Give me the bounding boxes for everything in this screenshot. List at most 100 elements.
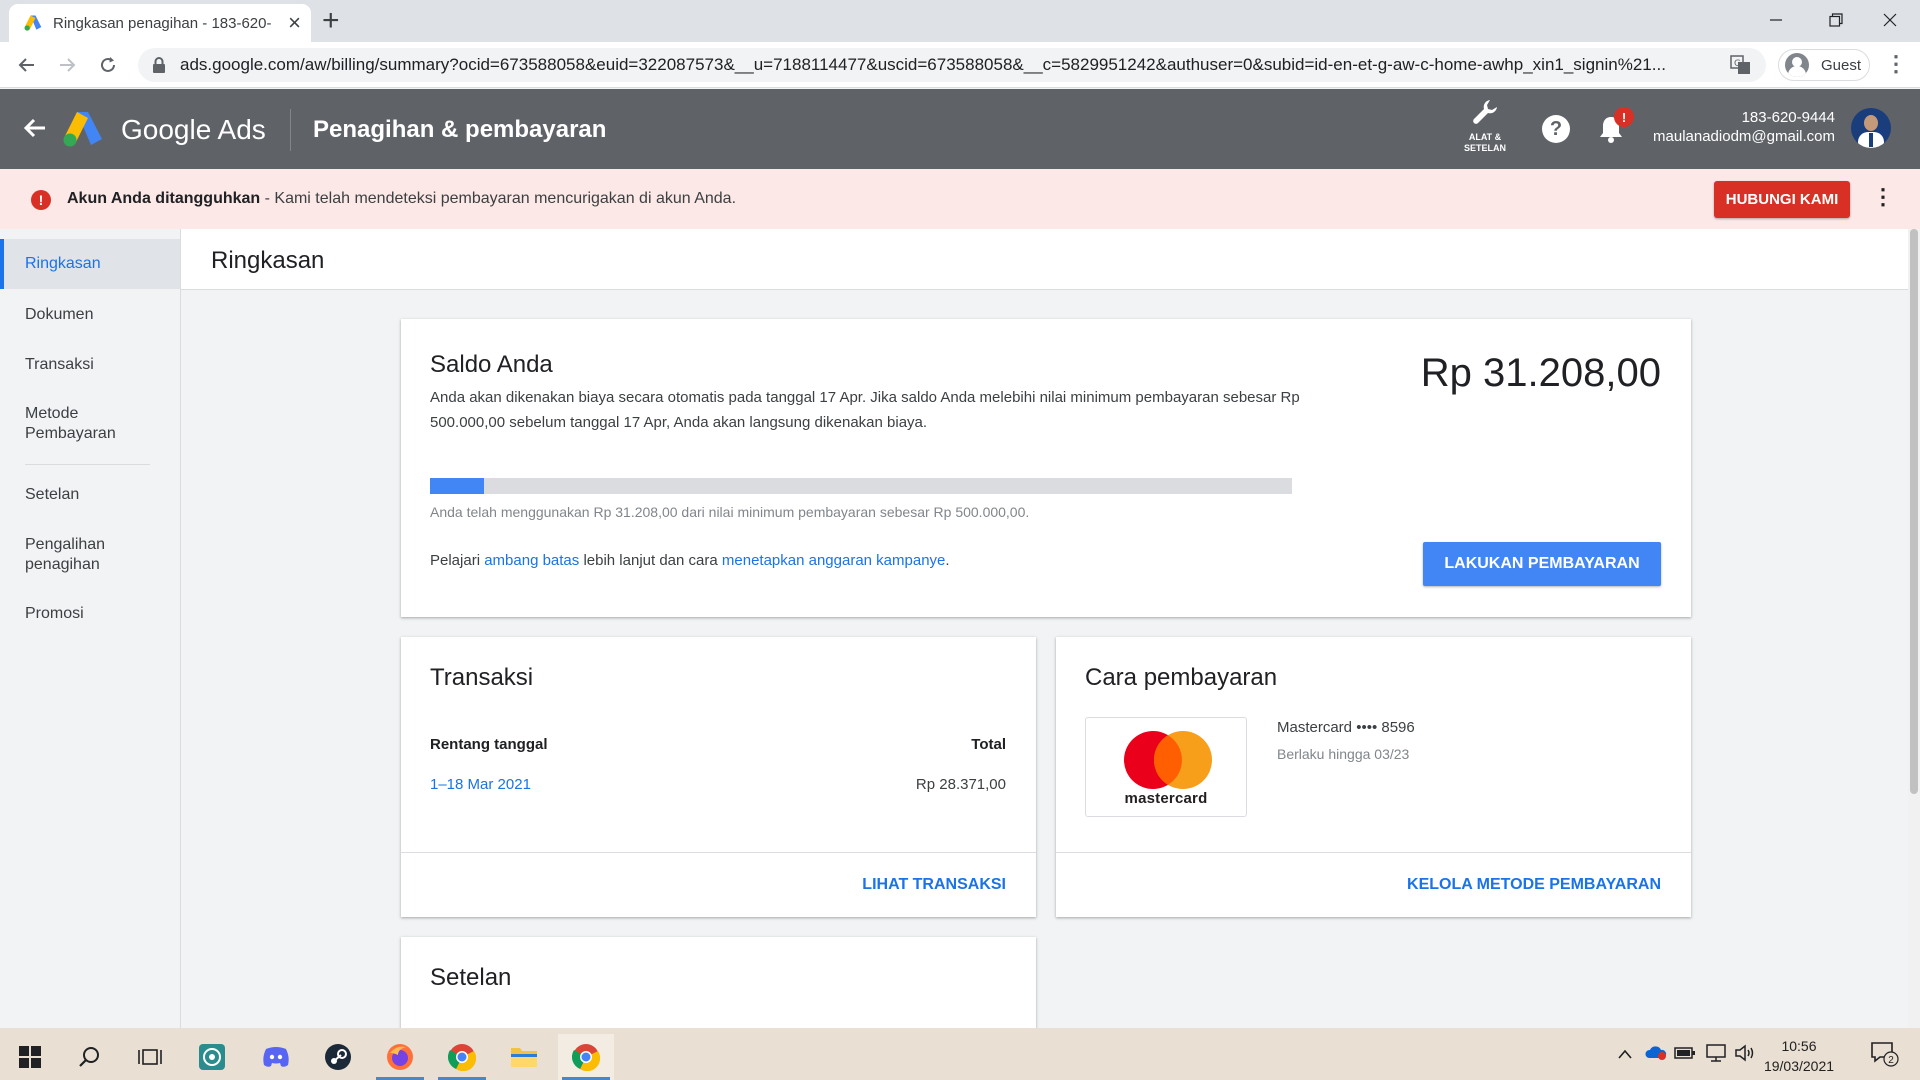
page-scrollbar[interactable] — [1908, 229, 1920, 1028]
system-clock[interactable]: 10:56 19/03/2021 — [1753, 1036, 1845, 1076]
mastercard-wordmark: mastercard — [1124, 790, 1208, 807]
card-expiry: Berlaku hingga 03/23 — [1277, 746, 1410, 762]
notification-count: 2 — [1888, 1055, 1894, 1066]
back-icon[interactable] — [12, 50, 42, 80]
more-options-icon[interactable]: ⋮ — [1872, 185, 1894, 209]
view-transactions-link[interactable]: LIHAT TRANSAKSI — [862, 876, 1006, 894]
account-info[interactable]: 183-620-9444 maulanadiodm@gmail.com — [1653, 109, 1835, 145]
minimize-icon[interactable] — [1746, 0, 1806, 40]
steam-icon[interactable] — [310, 1034, 366, 1080]
browser-tab[interactable]: Ringkasan penagihan - 183-620- × — [9, 4, 311, 42]
sidebar-item-documents[interactable]: Dokumen — [0, 305, 180, 325]
tab-close-icon[interactable]: × — [288, 12, 301, 34]
guest-avatar-icon — [1785, 53, 1809, 77]
balance-description: Anda akan dikenakan biaya secara otomati… — [430, 389, 1300, 431]
chrome-icon[interactable] — [434, 1034, 490, 1080]
profile-button[interactable]: Guest — [1778, 49, 1870, 81]
balance-heading: Saldo Anda — [430, 351, 553, 378]
tools-label-line2: SETELAN — [1463, 143, 1506, 153]
battery-icon[interactable] — [1674, 1044, 1696, 1065]
ads-header: Google Ads Penagihan & pembayaran ALAT &… — [0, 89, 1920, 169]
onedrive-icon[interactable] — [1645, 1044, 1667, 1065]
progress-note: Anda telah menggunakan Rp 31.208,00 dari… — [430, 504, 1030, 520]
campaign-budget-link[interactable]: menetapkan anggaran kampanye — [722, 552, 946, 569]
sidebar-item-promotions[interactable]: Promosi — [0, 604, 180, 624]
task-view-icon[interactable] — [122, 1034, 178, 1080]
chrome-active-window-icon[interactable] — [558, 1034, 614, 1080]
sidebar-item-summary[interactable]: Ringkasan — [0, 239, 180, 289]
sidebar-item-settings[interactable]: Setelan — [0, 485, 180, 505]
show-hidden-icons-icon[interactable] — [1617, 1044, 1633, 1065]
sidebar-item-payment-methods[interactable]: Metode Pembayaran — [0, 404, 140, 444]
action-center-icon[interactable]: 2 — [1870, 1040, 1900, 1073]
payment-method-heading: Cara pembayaran — [1085, 664, 1278, 691]
transactions-card-footer: LIHAT TRANSAKSI — [401, 852, 1036, 917]
transactions-card: Transaksi Rentang tanggal Total 1–18 Mar… — [401, 637, 1036, 917]
browser-toolbar: ads.google.com/aw/billing/summary?ocid=6… — [0, 42, 1920, 88]
sidebar-item-transactions[interactable]: Transaksi — [0, 355, 180, 375]
clock-date: 19/03/2021 — [1763, 1058, 1835, 1074]
contact-us-button[interactable]: HUBUNGI KAMI — [1714, 181, 1850, 218]
settings-card: Setelan — [401, 937, 1036, 1028]
learn-suffix: . — [945, 552, 950, 569]
learn-prefix: Pelajari — [430, 552, 485, 569]
payment-threshold-progress — [430, 478, 1292, 494]
firefox-icon[interactable] — [372, 1034, 428, 1080]
windows-taskbar: 10:56 19/03/2021 2 — [0, 1028, 1920, 1080]
restore-icon[interactable] — [1806, 0, 1866, 40]
balance-card: Saldo Anda Anda akan dikenakan biaya sec… — [401, 319, 1691, 617]
browser-menu-icon[interactable]: ⋮ — [1885, 53, 1907, 75]
profile-label: Guest — [1821, 56, 1862, 74]
learn-more-text: Pelajari ambang batas lebih lanjut dan c… — [430, 552, 950, 569]
windows-start-icon[interactable] — [2, 1034, 58, 1080]
address-bar[interactable]: ads.google.com/aw/billing/summary?ocid=6… — [138, 48, 1766, 82]
page-title-bar: Ringkasan — [181, 229, 1908, 290]
sidebar-item-billing-transfer[interactable]: Pengalihan penagihan — [0, 535, 140, 575]
balance-amount: Rp 31.208,00 — [1420, 351, 1661, 395]
manage-payment-methods-link[interactable]: KELOLA METODE PEMBAYARAN — [1407, 876, 1661, 894]
threshold-link[interactable]: ambang batas — [484, 552, 579, 569]
url-text: ads.google.com/aw/billing/summary?ocid=6… — [180, 55, 1666, 74]
file-explorer-icon[interactable] — [496, 1034, 552, 1080]
alert-message: Akun Anda ditangguhkan - Kami telah mend… — [67, 190, 736, 208]
date-range-header: Rentang tanggal — [430, 736, 548, 753]
progress-fill — [430, 478, 484, 494]
tools-label-line1: ALAT & — [1468, 132, 1502, 142]
settings-heading: Setelan — [430, 964, 512, 991]
billing-sidebar: Ringkasan Dokumen Transaksi Metode Pemba… — [0, 229, 181, 1028]
transaction-total: Rp 28.371,00 — [915, 776, 1006, 793]
payment-card-footer: KELOLA METODE PEMBAYARAN — [1056, 852, 1691, 917]
google-ads-logo[interactable] — [62, 110, 104, 148]
forward-icon[interactable] — [52, 50, 82, 80]
reload-icon[interactable] — [93, 50, 123, 80]
error-icon: ! — [31, 190, 51, 210]
alert-title: Akun Anda ditangguhkan — [67, 190, 261, 207]
discord-icon[interactable] — [248, 1034, 304, 1080]
make-payment-button[interactable]: LAKUKAN PEMBAYARAN — [1423, 542, 1661, 586]
transactions-heading: Transaksi — [430, 664, 534, 691]
clock-time: 10:56 — [1781, 1038, 1817, 1054]
account-avatar[interactable] — [1851, 108, 1891, 148]
account-id: 183-620-9444 — [1741, 109, 1835, 126]
payment-method-card: Cara pembayaran mastercard Mastercard ••… — [1056, 637, 1691, 917]
transaction-date-link[interactable]: 1–18 Mar 2021 — [430, 776, 531, 793]
notification-badge: ! — [1614, 107, 1634, 127]
close-window-icon[interactable] — [1860, 0, 1920, 40]
tab-title: Ringkasan penagihan - 183-620- — [53, 14, 272, 32]
svg-text:G: G — [1734, 59, 1741, 69]
back-arrow-icon[interactable] — [20, 113, 50, 143]
new-tab-icon[interactable]: + — [322, 6, 340, 36]
help-icon[interactable]: ? — [1542, 115, 1570, 143]
search-icon[interactable] — [62, 1034, 118, 1080]
google-ads-favicon-icon — [24, 15, 42, 31]
lock-icon[interactable] — [152, 57, 166, 73]
card-name: Mastercard •••• 8596 — [1277, 719, 1415, 736]
network-icon[interactable] — [1705, 1044, 1727, 1067]
page-title: Ringkasan — [211, 247, 325, 274]
translate-icon[interactable]: G — [1730, 55, 1752, 75]
app-icon-teal[interactable] — [184, 1034, 240, 1080]
tools-settings-button[interactable]: ALAT & SETELAN — [1455, 95, 1515, 161]
mastercard-circles-icon — [1124, 731, 1212, 789]
header-divider — [290, 109, 291, 151]
scrollbar-thumb[interactable] — [1910, 229, 1918, 794]
